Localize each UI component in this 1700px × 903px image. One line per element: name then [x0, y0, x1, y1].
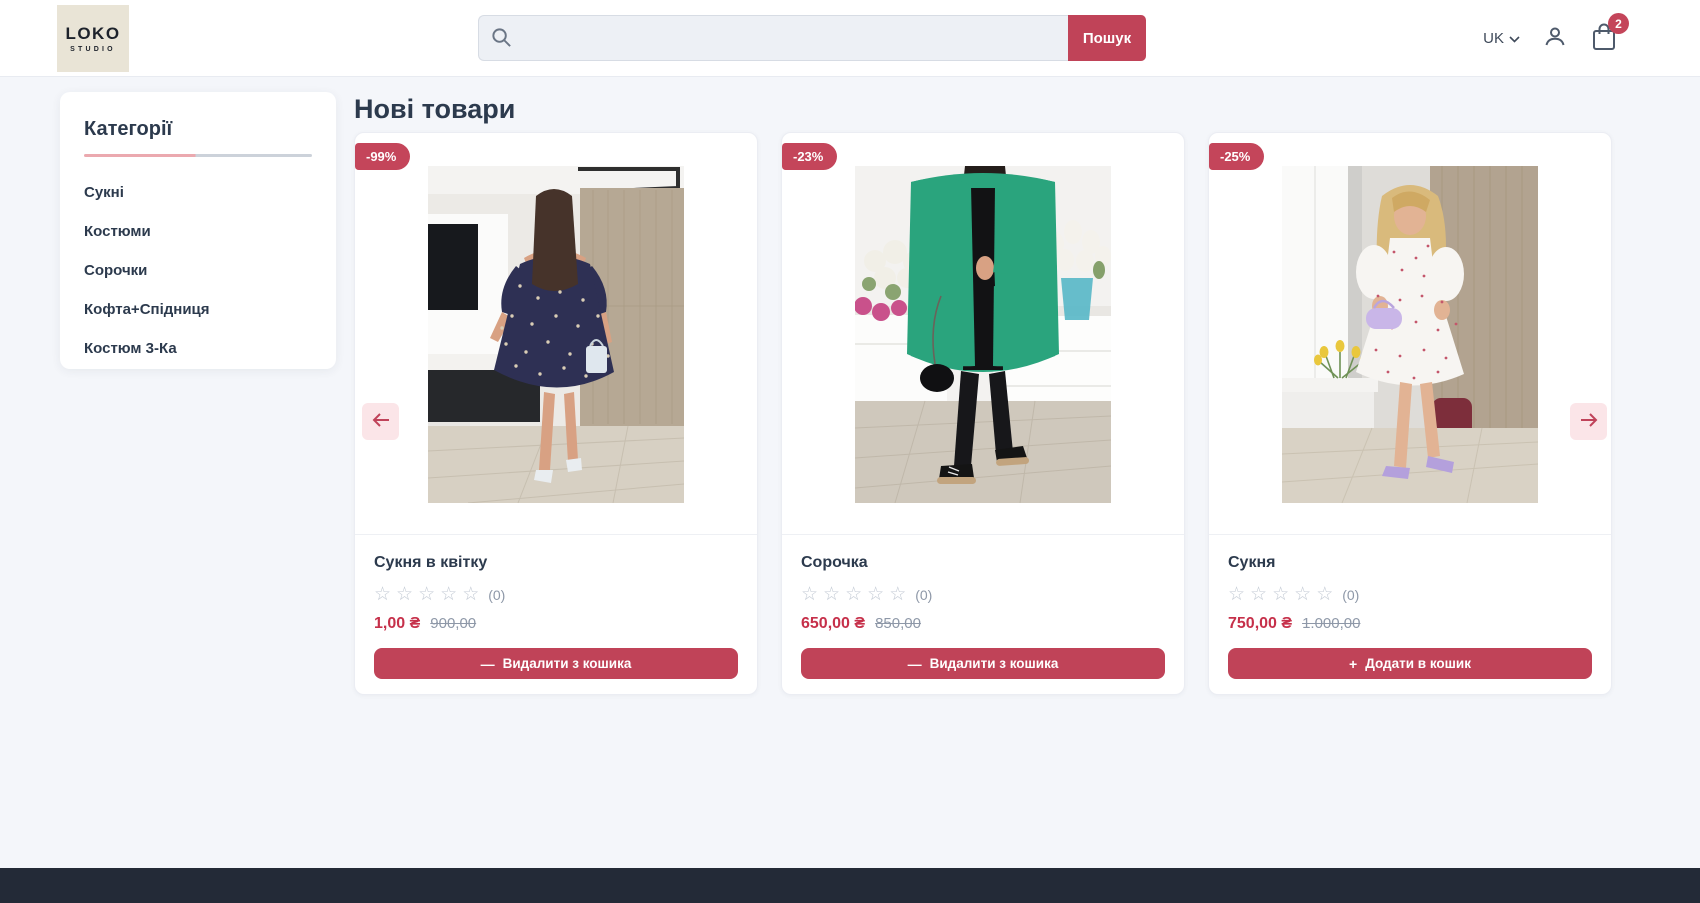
header-controls: UK 2 — [1483, 0, 1618, 77]
rating-count: (0) — [1342, 587, 1359, 603]
language-selector[interactable]: UK — [1483, 30, 1520, 47]
sidebar-divider — [84, 154, 312, 157]
categories-sidebar: Категорії Сукні Костюми Сорочки Кофта+Сп… — [60, 92, 336, 369]
product-image — [855, 166, 1111, 503]
minus-icon: — — [481, 656, 495, 672]
star-icon — [1316, 585, 1333, 604]
current-price: 750,00 ₴ — [1228, 615, 1292, 633]
product-prices: 650,00 ₴ 850,00 — [801, 615, 1165, 633]
sidebar-item-dresses[interactable]: Сукні — [84, 173, 312, 212]
product-rating: (0) — [801, 585, 1165, 604]
star-icon — [418, 585, 435, 604]
account-button[interactable] — [1542, 24, 1568, 53]
rating-count: (0) — [915, 587, 932, 603]
old-price: 1.000,00 — [1302, 615, 1360, 632]
product-prices: 750,00 ₴ 1.000,00 — [1228, 615, 1592, 633]
rating-count: (0) — [488, 587, 505, 603]
product-info: Сукня (0) 750,00 ₴ 1.000,00 + Додати в к… — [1209, 535, 1611, 679]
star-icon — [823, 585, 840, 604]
star-icon — [867, 585, 884, 604]
product-image — [428, 166, 684, 503]
sidebar-item-top-skirt[interactable]: Кофта+Спідниця — [84, 290, 312, 329]
remove-from-cart-button[interactable]: — Видалити з кошика — [374, 648, 738, 679]
old-price: 850,00 — [875, 615, 921, 632]
product-image — [1282, 166, 1538, 503]
star-icon — [396, 585, 413, 604]
language-label: UK — [1483, 30, 1504, 47]
discount-badge: -23% — [782, 143, 837, 170]
product-name[interactable]: Сукня в квітку — [374, 554, 738, 572]
product-rating: (0) — [374, 585, 738, 604]
search-input[interactable] — [478, 15, 1068, 61]
footer — [0, 868, 1700, 903]
logo[interactable]: LOKO STUDIO — [57, 5, 129, 72]
search-icon — [490, 26, 513, 54]
star-icon — [1250, 585, 1267, 604]
star-icon — [462, 585, 479, 604]
discount-badge: -25% — [1209, 143, 1264, 170]
old-price: 900,00 — [430, 615, 476, 632]
product-cards: -99% — [354, 132, 1612, 695]
user-icon — [1542, 24, 1568, 53]
product-image-link[interactable] — [1209, 133, 1611, 535]
remove-from-cart-button[interactable]: — Видалити з кошика — [801, 648, 1165, 679]
category-nav: Сукні Костюми Сорочки Кофта+Спідниця Кос… — [84, 173, 312, 368]
add-to-cart-button[interactable]: + Додати в кошик — [1228, 648, 1592, 679]
discount-badge: -99% — [355, 143, 410, 170]
logo-tagline: STUDIO — [70, 46, 116, 53]
cta-label: Видалити з кошика — [503, 656, 632, 671]
product-info: Сукня в квітку (0) 1,00 ₴ 900,00 — Видал… — [355, 535, 757, 679]
cta-label: Додати в кошик — [1365, 656, 1471, 671]
logo-name: LOKO — [65, 24, 120, 44]
product-name[interactable]: Сорочка — [801, 554, 1165, 572]
arrow-right-icon — [1579, 412, 1599, 431]
carousel-prev-button[interactable] — [362, 403, 399, 440]
cart-count-badge: 2 — [1608, 13, 1629, 34]
product-info: Сорочка (0) 650,00 ₴ 850,00 — Видалити з… — [782, 535, 1184, 679]
star-icon — [801, 585, 818, 604]
minus-icon: — — [908, 656, 922, 672]
current-price: 650,00 ₴ — [801, 615, 865, 633]
product-rating: (0) — [1228, 585, 1592, 604]
sidebar-item-suit-3[interactable]: Костюм 3-Ка — [84, 329, 312, 368]
product-card: -25% — [1208, 132, 1612, 695]
product-name[interactable]: Сукня — [1228, 554, 1592, 572]
cta-label: Видалити з кошика — [930, 656, 1059, 671]
star-icon — [889, 585, 906, 604]
star-icon — [1294, 585, 1311, 604]
product-image-link[interactable] — [355, 133, 757, 535]
product-prices: 1,00 ₴ 900,00 — [374, 615, 738, 633]
chevron-down-icon — [1509, 30, 1520, 47]
carousel-next-button[interactable] — [1570, 403, 1607, 440]
sidebar-item-suits[interactable]: Костюми — [84, 212, 312, 251]
product-image-link[interactable] — [782, 133, 1184, 535]
new-products-carousel: -99% — [354, 132, 1612, 695]
current-price: 1,00 ₴ — [374, 615, 420, 633]
product-card: -23% — [781, 132, 1185, 695]
star-icon — [845, 585, 862, 604]
star-icon — [440, 585, 457, 604]
star-icon — [1228, 585, 1245, 604]
search-button[interactable]: Пошук — [1068, 15, 1146, 61]
star-icon — [1272, 585, 1289, 604]
sidebar-title: Категорії — [84, 118, 312, 141]
header: LOKO STUDIO Пошук UK — [0, 0, 1700, 77]
cart-button[interactable]: 2 — [1590, 22, 1618, 55]
plus-icon: + — [1349, 656, 1357, 672]
page-title: Нові товари — [354, 94, 515, 125]
sidebar-item-shirts[interactable]: Сорочки — [84, 251, 312, 290]
product-card: -99% — [354, 132, 758, 695]
search-bar: Пошук — [478, 15, 1146, 61]
star-icon — [374, 585, 391, 604]
arrow-left-icon — [371, 412, 391, 431]
